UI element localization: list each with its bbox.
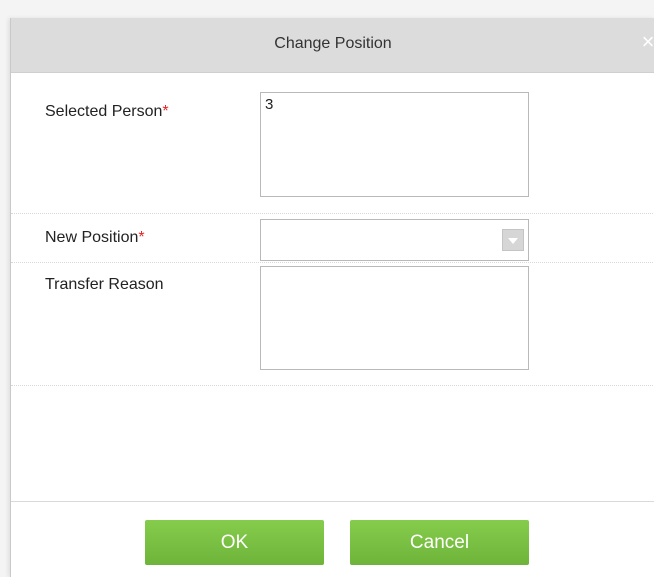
selected-person-label: Selected Person* — [45, 103, 169, 121]
divider — [11, 385, 654, 386]
dialog-title-bar: Change Position × — [11, 18, 654, 73]
change-position-dialog: Change Position × Selected Person* 3 New… — [10, 18, 654, 577]
cancel-button[interactable]: Cancel — [350, 520, 529, 565]
ok-button[interactable]: OK — [145, 520, 324, 565]
dialog-title: Change Position — [274, 35, 392, 52]
new-position-label-text: New Position — [45, 229, 139, 246]
transfer-reason-field[interactable] — [260, 266, 529, 370]
dropdown-button[interactable] — [502, 229, 524, 251]
divider — [11, 262, 654, 263]
required-mark: * — [162, 103, 169, 120]
transfer-reason-label: Transfer Reason — [45, 276, 164, 294]
footer-divider — [11, 501, 654, 502]
new-position-label: New Position* — [45, 229, 145, 247]
selected-person-value: 3 — [265, 96, 274, 113]
close-icon[interactable]: × — [639, 30, 654, 54]
selected-person-label-text: Selected Person — [45, 103, 163, 120]
selected-person-field[interactable]: 3 — [260, 92, 529, 197]
transfer-reason-label-text: Transfer Reason — [45, 276, 164, 293]
divider — [11, 213, 654, 214]
page: Change Position × Selected Person* 3 New… — [0, 0, 654, 577]
new-position-select[interactable] — [260, 219, 529, 261]
required-mark: * — [138, 229, 145, 246]
chevron-down-icon — [508, 238, 518, 244]
